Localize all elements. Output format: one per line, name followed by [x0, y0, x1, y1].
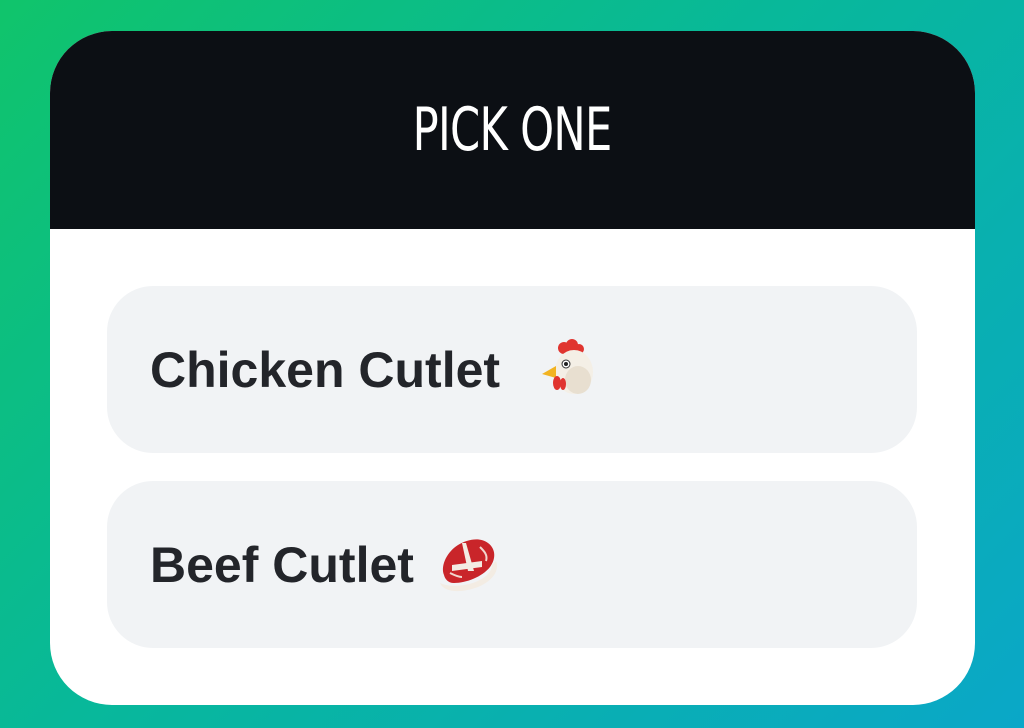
poll-header: PICK ONE [50, 31, 975, 229]
steak-icon [434, 531, 504, 599]
option-label: Chicken Cutlet [150, 341, 501, 398]
poll-card: PICK ONE Chicken Cutlet Beef Cutlet [50, 31, 975, 705]
option-beef-cutlet[interactable]: Beef Cutlet [107, 481, 917, 648]
poll-title: PICK ONE [413, 95, 613, 165]
option-chicken-cutlet[interactable]: Chicken Cutlet [107, 286, 917, 453]
option-label: Beef Cutlet [150, 536, 414, 593]
chicken-icon [534, 336, 598, 404]
